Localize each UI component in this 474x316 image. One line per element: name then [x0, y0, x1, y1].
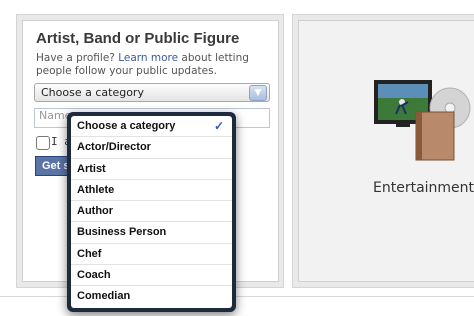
card-title: Artist, Band or Public Figure	[36, 30, 240, 47]
option-label: Choose a category	[77, 120, 176, 132]
option-label: Comedian	[77, 290, 131, 303]
checkmark-icon: ✓	[213, 119, 224, 133]
agree-checkbox[interactable]	[36, 136, 50, 150]
category-dropdown[interactable]: Choose a category ✓ Actor/Director Artis…	[67, 112, 236, 312]
option-label: Author	[77, 205, 114, 218]
category-select-value: Choose a category	[41, 86, 144, 99]
book-icon	[415, 111, 455, 161]
category-option-actor-director[interactable]: Actor/Director	[71, 137, 232, 159]
category-option-choose[interactable]: Choose a category ✓	[71, 116, 232, 138]
chevron-down-icon[interactable]: ▼	[249, 85, 267, 101]
learn-more-link[interactable]: Learn more	[118, 52, 178, 64]
category-option-business-person[interactable]: Business Person	[71, 222, 232, 244]
category-option-chef[interactable]: Chef	[71, 244, 232, 266]
description-text: Have a profile?	[36, 52, 119, 64]
option-label: Business Person	[77, 226, 167, 239]
category-option-artist[interactable]: Artist	[71, 159, 232, 180]
option-label: Actor/Director	[77, 141, 151, 154]
category-option-athlete[interactable]: Athlete	[71, 180, 232, 202]
option-label: Athlete	[77, 183, 115, 196]
card-description: Have a profile? Learn more about letting…	[36, 52, 271, 78]
option-label: Chef	[77, 247, 102, 260]
option-label: Coach	[77, 269, 111, 282]
category-option-author[interactable]: Author	[71, 201, 232, 223]
category-option-comedian[interactable]: Comedian	[71, 286, 232, 307]
category-option-coach[interactable]: Coach	[71, 265, 232, 287]
category-options-list: Choose a category ✓ Actor/Director Artis…	[71, 116, 232, 308]
entertainment-illustration	[374, 80, 471, 161]
entertainment-label: Entertainment	[373, 180, 474, 196]
category-select[interactable]: Choose a category ▼	[34, 83, 270, 102]
option-label: Artist	[77, 162, 106, 175]
